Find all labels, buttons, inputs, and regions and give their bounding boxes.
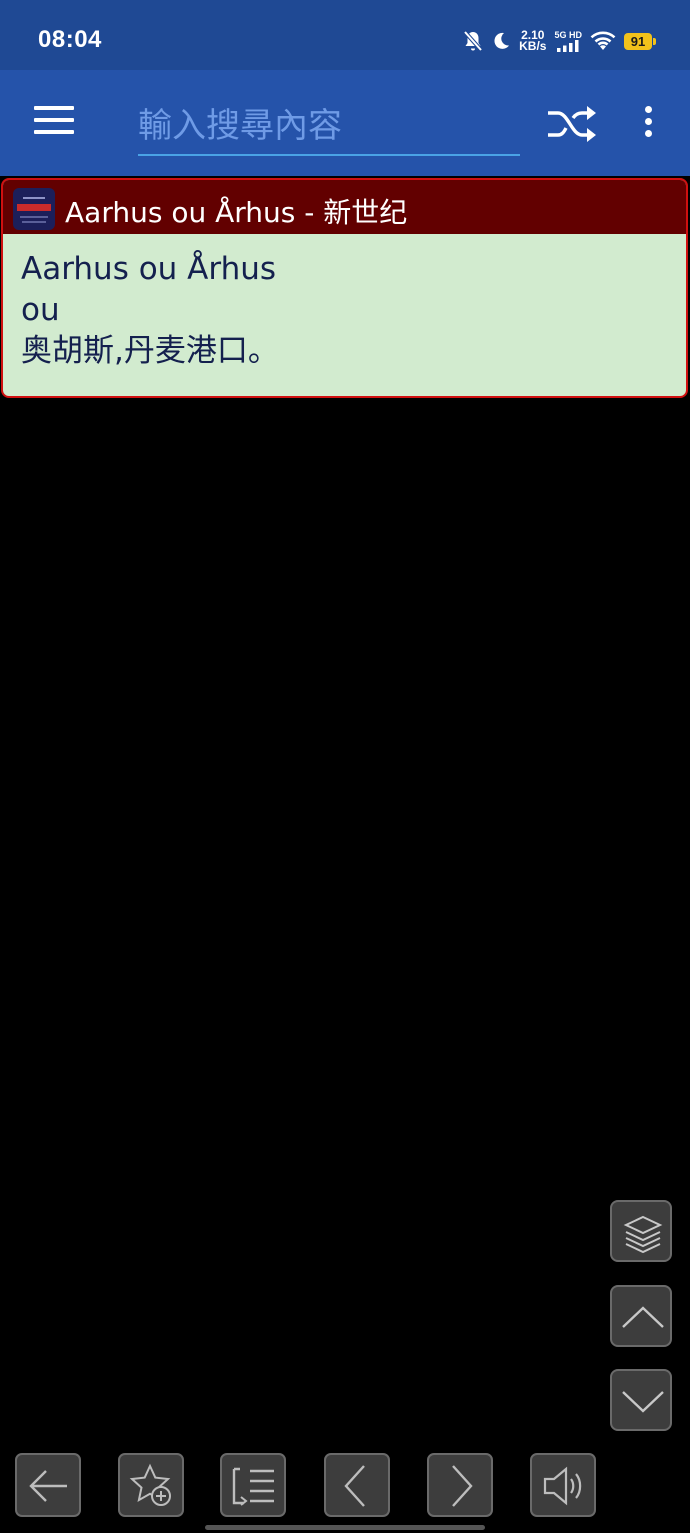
status-bar: 08:04 2.10 KB/s 5G HD 91 [0,0,690,70]
app-toolbar [0,70,690,176]
card-header: Aarhus ou Århus - 新世纪 [3,180,686,234]
card-body: Aarhus ou Århus ou 奥胡斯,丹麦港口。 [3,234,686,372]
speaker-icon [543,1466,582,1506]
wifi-icon [590,31,616,50]
pronounce-button[interactable] [530,1453,596,1517]
chevron-up-icon [622,1306,664,1328]
cellular-type-label: 5G HD [554,29,582,40]
card-title: Aarhus ou Århus - 新世纪 [65,196,408,229]
list-icon [232,1467,274,1506]
more-vert-icon [644,106,652,113]
definition-line: ou [21,292,60,328]
add-favorite-button[interactable] [118,1453,184,1517]
battery-icon: 91 [624,32,656,50]
back-button[interactable] [15,1453,81,1517]
previous-button[interactable] [324,1453,390,1517]
definition-line: 奥胡斯,丹麦港口。 [21,333,279,369]
shuffle-button[interactable] [546,104,598,144]
status-time: 08:04 [38,26,102,53]
scroll-down-button[interactable] [610,1369,672,1431]
moon-icon [494,32,510,49]
more-options-button[interactable] [636,106,660,142]
home-indicator[interactable] [205,1525,485,1530]
layers-icon [623,1215,663,1254]
dictionary-logo-icon [13,188,55,230]
signal-bars-icon [557,39,579,52]
dictionary-result-card[interactable]: Aarhus ou Århus - 新世纪 Aarhus ou Århus ou… [1,178,688,398]
layers-button[interactable] [610,1200,672,1262]
search-input[interactable] [138,98,520,154]
menu-icon [34,106,74,110]
word-list-button[interactable] [220,1453,286,1517]
star-add-icon [129,1463,171,1506]
chevron-right-icon [452,1465,473,1507]
shuffle-icon [548,106,596,142]
next-button[interactable] [427,1453,493,1517]
chevron-down-icon [622,1391,664,1413]
network-speed-unit: KB/s [519,39,547,53]
cellular-indicator: 5G HD [554,29,582,52]
network-speed: 2.10 KB/s [519,29,547,53]
search-field[interactable] [138,98,520,156]
mute-bell-icon [463,30,483,52]
scroll-up-button[interactable] [610,1285,672,1347]
status-icons: 2.10 KB/s 5G HD 91 [463,24,656,58]
arrow-left-icon [29,1470,67,1502]
chevron-left-icon [344,1465,365,1507]
menu-button[interactable] [34,106,74,138]
definition-line: Aarhus ou Århus [21,251,277,287]
